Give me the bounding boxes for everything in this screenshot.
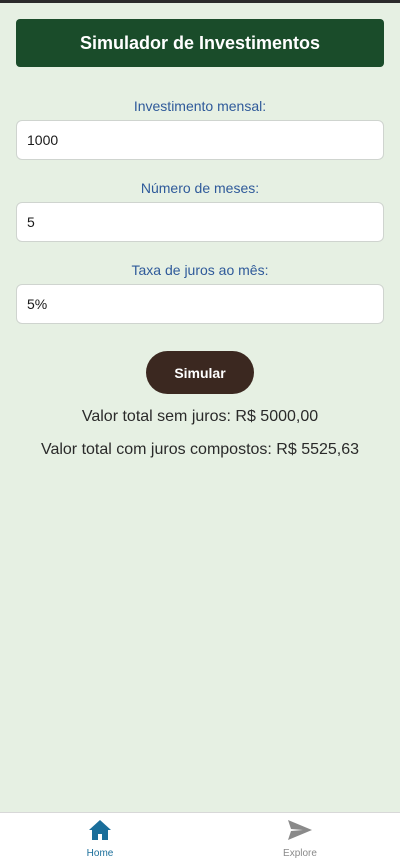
tab-explore[interactable]: Explore	[260, 819, 340, 858]
tab-home[interactable]: Home	[60, 819, 140, 858]
home-icon	[88, 819, 112, 846]
send-icon	[287, 819, 313, 846]
tab-explore-label: Explore	[283, 848, 317, 858]
app-header: Simulador de Investimentos	[16, 19, 384, 67]
page-title: Simulador de Investimentos	[79, 32, 321, 53]
tab-home-label: Home	[86, 848, 114, 858]
status-bar	[0, 0, 400, 3]
simulate-button[interactable]: Simular	[146, 351, 254, 394]
months-input[interactable]	[16, 202, 384, 242]
result-without-interest: Valor total sem juros: R$ 5000,00	[81, 408, 319, 425]
monthly-investment-label: Investimento mensal:	[133, 98, 267, 114]
monthly-investment-input[interactable]	[16, 120, 384, 160]
bottom-tab-bar: Home Explore	[0, 812, 400, 858]
interest-rate-input[interactable]	[16, 284, 384, 324]
result-compound-interest: Valor total com juros compostos: R$ 5525…	[40, 441, 360, 458]
interest-rate-label: Taxa de juros ao mês:	[131, 262, 269, 278]
months-label: Número de meses:	[140, 180, 260, 196]
